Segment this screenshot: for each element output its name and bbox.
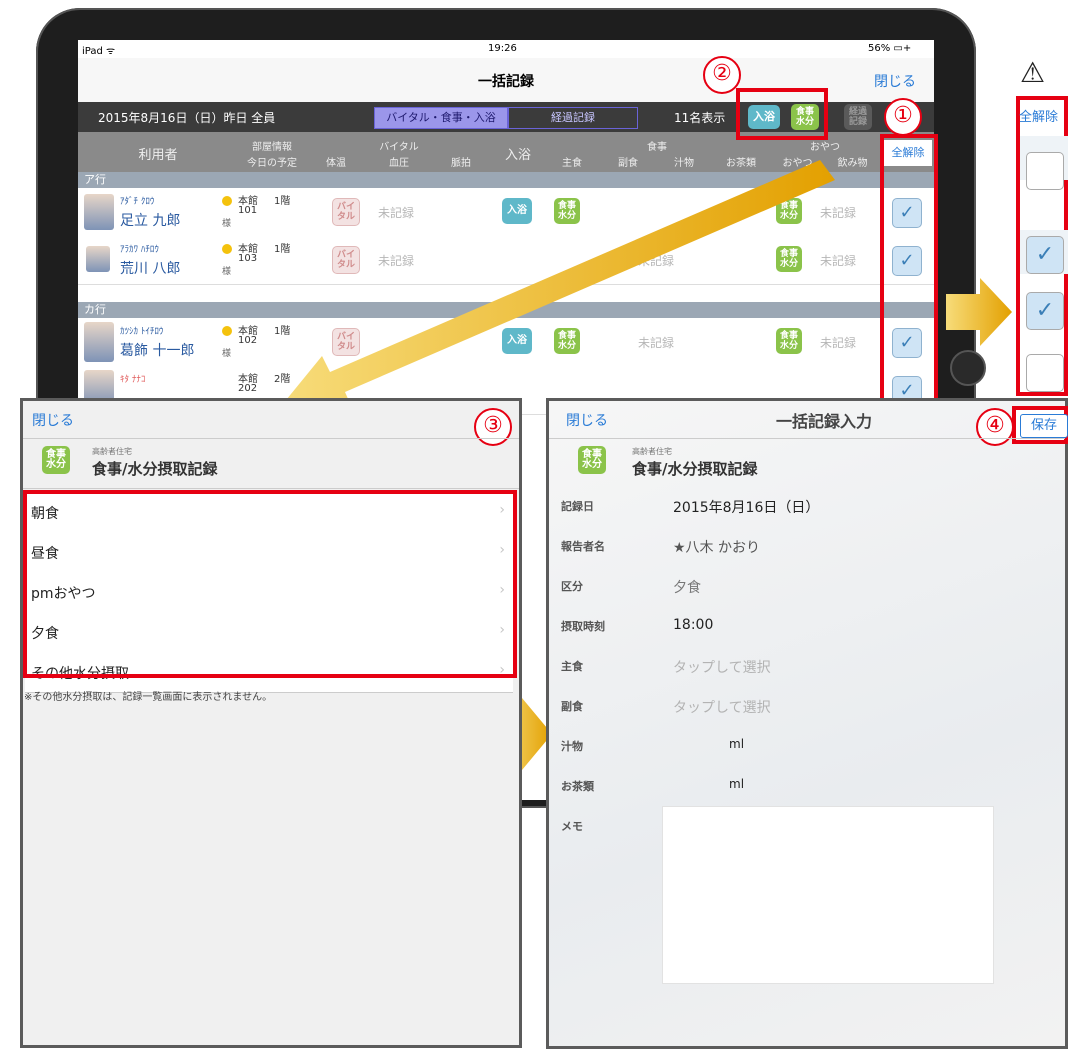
field-label: 記録日 bbox=[561, 500, 594, 513]
panel4-badge-bottom: 水分 bbox=[582, 459, 602, 470]
panel3-note: ※その他水分摂取は、記録一覧画面に表示されません。 bbox=[24, 692, 273, 703]
panel4-form-title: 食事/水分摂取記録 bbox=[632, 460, 758, 478]
panel3-subtitle: 高齢者住宅 bbox=[92, 447, 132, 456]
panel3-close-button[interactable]: 閉じる bbox=[32, 410, 74, 430]
field-value: ★八木 かおり bbox=[673, 540, 761, 556]
field-value: タップして選択 bbox=[673, 700, 771, 716]
meal-record-icon: 食事 水分 bbox=[42, 446, 70, 474]
field-value: 18:00 bbox=[673, 617, 714, 633]
highlight-meal-list bbox=[23, 490, 517, 678]
field-label: 汁物 bbox=[561, 740, 583, 753]
arrow-to-meal-menu bbox=[282, 160, 835, 408]
field-value: ml bbox=[729, 737, 745, 751]
field-label: 区分 bbox=[561, 580, 583, 593]
save-button[interactable]: 保存 bbox=[1020, 414, 1068, 438]
panel4-close-button[interactable]: 閉じる bbox=[566, 410, 608, 430]
field-value: 夕食 bbox=[673, 580, 701, 596]
field-category[interactable]: 区分 夕食 bbox=[555, 566, 1060, 606]
field-tea[interactable]: お茶類 ml bbox=[555, 766, 1060, 806]
field-value: 2015年8月16日（日） bbox=[673, 500, 820, 516]
divider bbox=[23, 488, 519, 489]
panel4-title: 一括記録入力 bbox=[776, 412, 873, 431]
field-main-dish[interactable]: 主食 タップして選択 bbox=[555, 646, 1060, 686]
divider bbox=[549, 438, 1065, 439]
field-value: ml bbox=[729, 777, 745, 791]
field-label: 主食 bbox=[561, 660, 583, 673]
field-label: 報告者名 bbox=[561, 540, 605, 553]
field-reporter[interactable]: 報告者名 ★八木 かおり bbox=[555, 526, 1060, 566]
field-value: タップして選択 bbox=[673, 660, 771, 676]
field-soup[interactable]: 汁物 ml bbox=[555, 726, 1060, 766]
field-label: お茶類 bbox=[561, 780, 594, 793]
divider bbox=[23, 438, 519, 439]
field-label: 摂取時刻 bbox=[561, 620, 605, 633]
panel4-subtitle: 高齢者住宅 bbox=[632, 447, 672, 456]
panel3-title: 食事/水分摂取記録 bbox=[92, 460, 218, 478]
panel3-badge-bottom: 水分 bbox=[46, 459, 66, 470]
memo-textarea[interactable] bbox=[662, 806, 994, 984]
field-record-date[interactable]: 記録日 2015年8月16日（日） bbox=[555, 486, 1060, 526]
callout-4: ④ bbox=[976, 408, 1014, 446]
arrow-to-selection bbox=[946, 278, 1012, 346]
callout-3: ③ bbox=[474, 408, 512, 446]
field-side-dish[interactable]: 副食 タップして選択 bbox=[555, 686, 1060, 726]
field-label: 副食 bbox=[561, 700, 583, 713]
field-label: メモ bbox=[561, 820, 583, 833]
field-intake-time[interactable]: 摂取時刻 18:00 bbox=[555, 606, 1060, 646]
meal-record-icon: 食事 水分 bbox=[578, 446, 606, 474]
